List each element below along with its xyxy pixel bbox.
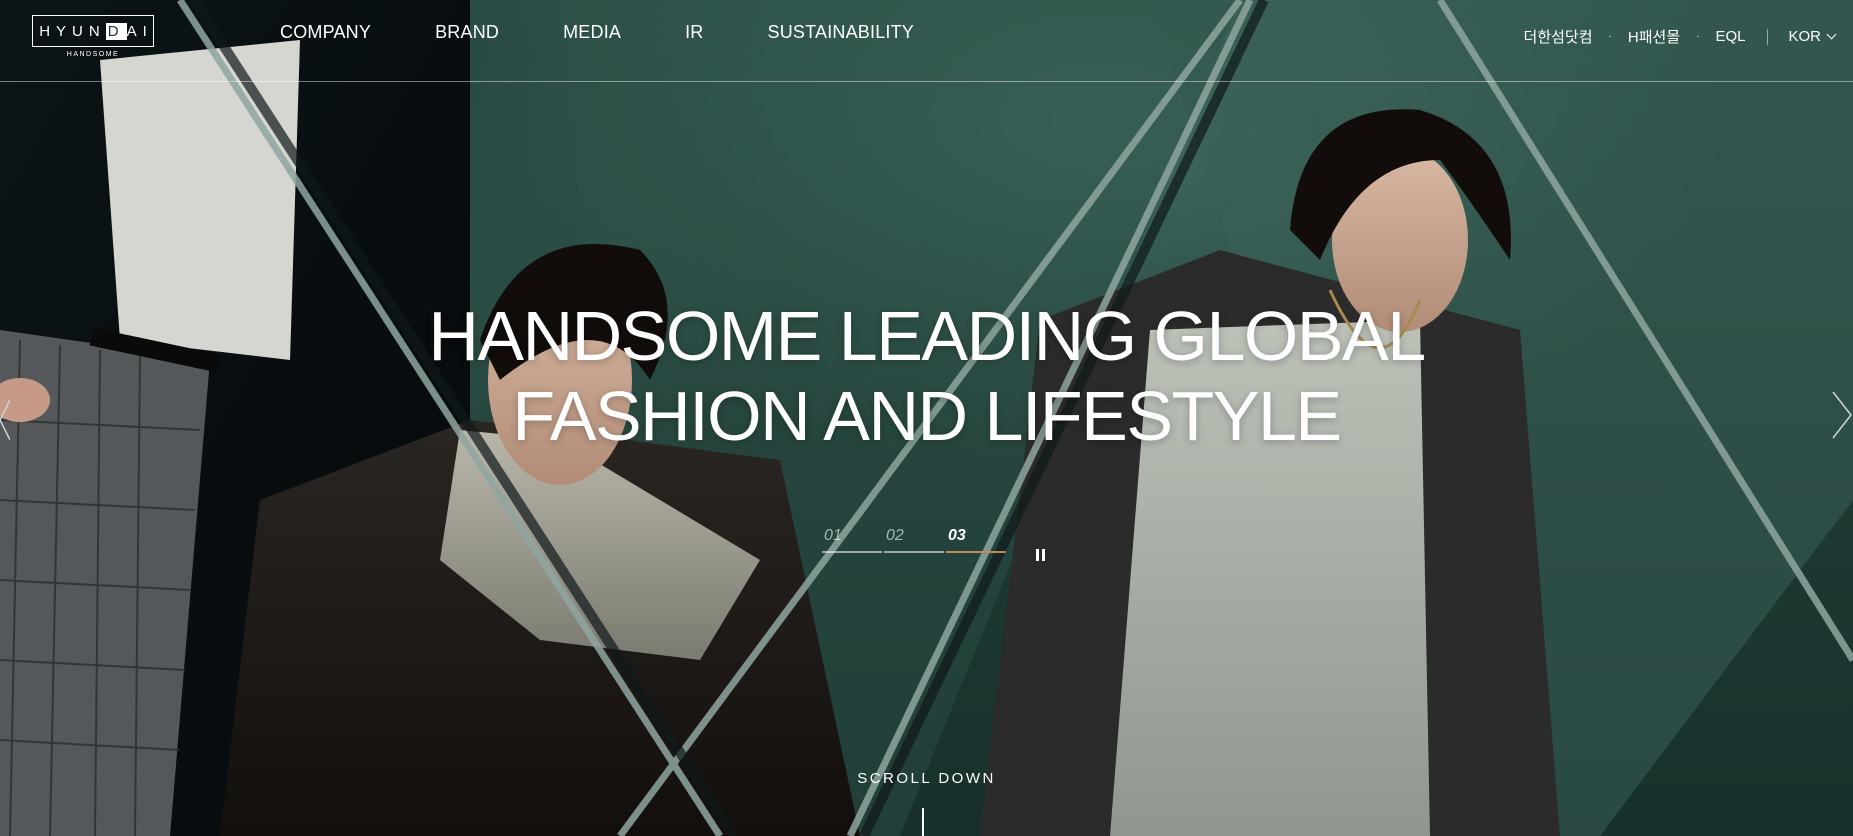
logo-subtitle: HANDSOME — [66, 51, 120, 58]
link-hfashionmall[interactable]: H패션몰 — [1628, 26, 1680, 47]
link-thehandsome[interactable]: 더한섬닷컴 — [1524, 26, 1593, 47]
utility-links: 더한섬닷컴 · H패션몰 · EQL KOR — [1524, 26, 1853, 47]
slide-number: 03 — [948, 527, 966, 544]
slide-tab-1[interactable]: 01 — [822, 527, 882, 553]
arrow-left-icon[interactable] — [0, 400, 10, 440]
slide-tab-2[interactable]: 02 — [884, 527, 944, 553]
nav-sustainability[interactable]: SUSTAINABILITY — [768, 22, 915, 43]
scroll-indicator-line — [922, 808, 924, 836]
slide-number: 01 — [824, 527, 842, 544]
main-nav: COMPANY BRAND MEDIA IR SUSTAINABILITY — [280, 22, 978, 43]
separator-dot: · — [1608, 31, 1612, 42]
scroll-down-label[interactable]: SCROLL DOWN — [0, 770, 1853, 787]
nav-media[interactable]: MEDIA — [563, 22, 621, 43]
language-selector[interactable]: KOR — [1788, 28, 1837, 45]
slide-progress-bar — [946, 551, 1006, 553]
slide-progress-bar — [822, 551, 882, 553]
hero-headline: HANDSOME LEADING GLOBAL FASHION AND LIFE… — [0, 296, 1853, 456]
arrow-right-icon[interactable] — [1831, 390, 1853, 440]
pause-icon[interactable] — [1034, 548, 1048, 562]
hero-banner: HYUN D AI HANDSOME COMPANY BRAND MEDIA IR … — [0, 0, 1853, 836]
slide-pagination: 01 02 03 — [822, 527, 1008, 553]
nav-ir[interactable]: IR — [685, 22, 703, 43]
chevron-down-icon — [1826, 29, 1837, 40]
divider — [1767, 28, 1769, 45]
logo-wordmark: HYUN D AI — [39, 22, 153, 40]
headline-line-1: HANDSOME LEADING GLOBAL — [428, 297, 1426, 375]
headline-line-2: FASHION AND LIFESTYLE — [512, 377, 1342, 455]
slide-tab-3[interactable]: 03 — [946, 527, 1006, 553]
slide-progress-bar — [884, 551, 944, 553]
hyundai-logo[interactable]: HYUN D AI — [32, 15, 154, 47]
nav-brand[interactable]: BRAND — [435, 22, 499, 43]
link-eql[interactable]: EQL — [1715, 28, 1745, 45]
separator-dot: · — [1696, 31, 1700, 42]
nav-company[interactable]: COMPANY — [280, 22, 371, 43]
site-header: HYUN D AI HANDSOME COMPANY BRAND MEDIA IR … — [0, 0, 1853, 82]
language-label: KOR — [1788, 28, 1821, 45]
slide-number: 02 — [886, 527, 904, 544]
